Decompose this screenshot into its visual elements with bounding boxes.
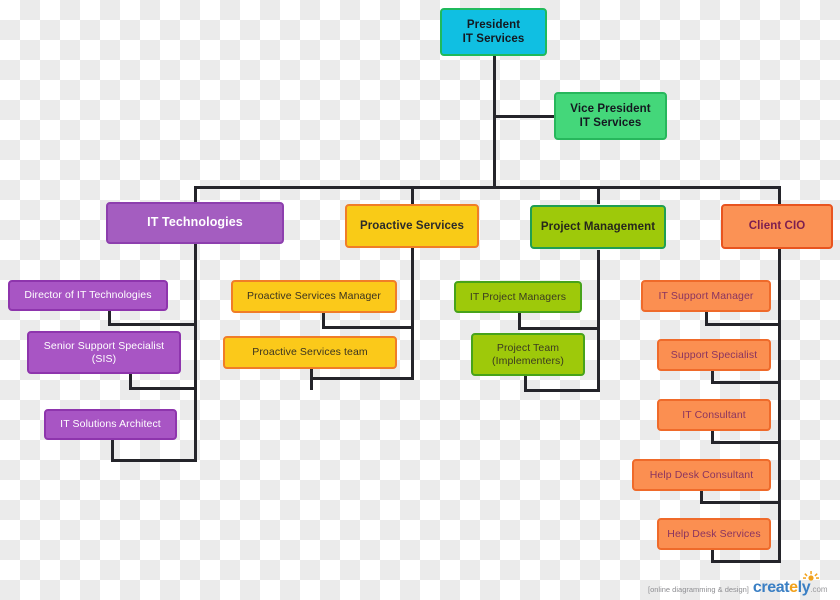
connector-elbow-h-it-consultant bbox=[711, 441, 781, 444]
connector-elbow-h-help-desk-services bbox=[711, 560, 781, 563]
org-chart-canvas: President IT Services Vice President IT Se… bbox=[0, 0, 840, 600]
connector-elbow-h-proactive-team bbox=[310, 377, 414, 380]
watermark-brand-accent: e bbox=[789, 579, 798, 596]
connector-elbow-h-director-it bbox=[108, 323, 197, 326]
connector-elbow-h-it-project-managers bbox=[518, 327, 600, 330]
node-it-project-managers-label: IT Project Managers bbox=[469, 290, 567, 303]
node-support-specialist[interactable]: Support Specialist bbox=[657, 339, 771, 371]
node-proactive-services-team-label: Proactive Services team bbox=[252, 346, 368, 359]
connector-elbow-h-proactive-manager bbox=[322, 326, 414, 329]
connector-elbow-v-project-team bbox=[524, 374, 527, 390]
node-proactive-services[interactable]: Proactive Services bbox=[345, 204, 479, 248]
connector-drop-client-cio bbox=[778, 186, 781, 204]
node-proactive-services-team[interactable]: Proactive Services team bbox=[223, 336, 397, 369]
node-proactive-services-manager[interactable]: Proactive Services Manager bbox=[231, 280, 397, 313]
node-it-support-manager[interactable]: IT Support Manager bbox=[641, 280, 771, 312]
watermark-brand: creately.com bbox=[752, 571, 828, 596]
connector-elbow-h-help-desk-consultant bbox=[700, 501, 781, 504]
sun-icon bbox=[802, 571, 819, 581]
connector-elbow-h-it-architect bbox=[111, 459, 197, 462]
node-president[interactable]: President IT Services bbox=[440, 8, 547, 56]
connector-elbow-h-project-team bbox=[524, 389, 600, 392]
connector-main-bus bbox=[195, 186, 781, 189]
connector-spine-proactive-services bbox=[411, 248, 414, 380]
node-it-technologies-label: IT Technologies bbox=[147, 215, 243, 230]
node-director-of-it-technologies[interactable]: Director of IT Technologies bbox=[8, 280, 168, 311]
connector-drop-project-management bbox=[597, 186, 600, 204]
node-it-solutions-architect[interactable]: IT Solutions Architect bbox=[44, 409, 177, 440]
connector-drop-it-technologies bbox=[194, 186, 197, 202]
node-client-cio[interactable]: Client CIO bbox=[721, 204, 833, 249]
connector-spine-project-management bbox=[597, 250, 600, 392]
node-support-specialist-label: Support Specialist bbox=[670, 348, 758, 361]
node-director-of-it-technologies-label: Director of IT Technologies bbox=[24, 289, 152, 302]
node-it-project-managers[interactable]: IT Project Managers bbox=[454, 281, 582, 313]
connector-spine-client-cio bbox=[778, 248, 781, 562]
node-senior-support-specialist-label: Senior Support Specialist (SIS) bbox=[43, 339, 165, 365]
connector-drop-proactive-services bbox=[411, 186, 414, 204]
connector-elbow-h-support-specialist bbox=[711, 381, 781, 384]
node-project-team-label: Project Team (Implementers) bbox=[492, 341, 564, 367]
node-client-cio-label: Client CIO bbox=[748, 220, 806, 233]
node-vice-president[interactable]: Vice President IT Services bbox=[554, 92, 667, 140]
node-help-desk-services-label: Help Desk Services bbox=[667, 527, 761, 540]
connector-spine-it-technologies bbox=[194, 244, 197, 462]
node-proactive-services-label: Proactive Services bbox=[359, 219, 465, 232]
watermark: [online diagramming & design] creately.c… bbox=[648, 571, 834, 596]
connector-elbow-h-sis bbox=[129, 387, 197, 390]
node-proactive-services-manager-label: Proactive Services Manager bbox=[247, 290, 381, 303]
node-president-label: President IT Services bbox=[462, 18, 525, 45]
node-project-management-label: Project Management bbox=[540, 220, 656, 233]
node-it-consultant[interactable]: IT Consultant bbox=[657, 399, 771, 431]
node-it-support-manager-label: IT Support Manager bbox=[658, 289, 754, 302]
connector-vice-president bbox=[493, 115, 555, 118]
node-it-consultant-label: IT Consultant bbox=[682, 408, 746, 421]
watermark-tagline: [online diagramming & design] bbox=[648, 585, 749, 594]
node-project-management[interactable]: Project Management bbox=[530, 205, 666, 249]
node-help-desk-consultant[interactable]: Help Desk Consultant bbox=[632, 459, 771, 491]
node-help-desk-services[interactable]: Help Desk Services bbox=[657, 518, 771, 550]
node-help-desk-consultant-label: Help Desk Consultant bbox=[649, 468, 754, 481]
node-senior-support-specialist[interactable]: Senior Support Specialist (SIS) bbox=[27, 331, 181, 374]
connector-president-spine bbox=[493, 55, 496, 188]
watermark-brand-suffix: .com bbox=[810, 585, 828, 594]
node-vice-president-label: Vice President IT Services bbox=[570, 102, 651, 129]
node-project-team[interactable]: Project Team (Implementers) bbox=[471, 333, 585, 376]
connector-elbow-h-it-support-manager bbox=[705, 323, 781, 326]
watermark-brand-part1: creat bbox=[752, 579, 790, 596]
node-it-solutions-architect-label: IT Solutions Architect bbox=[60, 418, 161, 431]
node-it-technologies[interactable]: IT Technologies bbox=[106, 202, 284, 244]
